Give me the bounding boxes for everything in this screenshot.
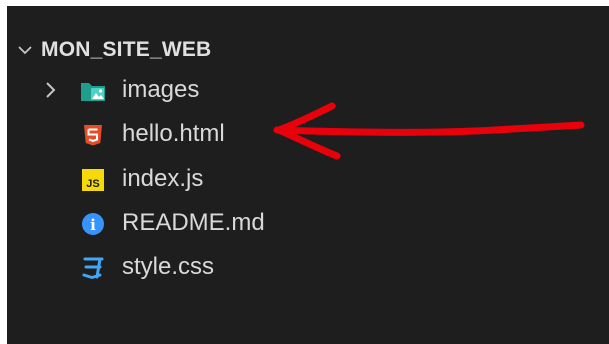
- tree-item-style-css[interactable]: style.css: [7, 246, 609, 290]
- tree-item-images-folder[interactable]: images: [7, 69, 609, 113]
- chevron-right-icon[interactable]: [43, 81, 57, 99]
- tree-item-index-js[interactable]: JS index.js: [7, 158, 609, 202]
- chevron-down-icon[interactable]: [17, 42, 33, 58]
- html5-icon: [84, 125, 102, 146]
- tree-item-label: README.md: [122, 209, 265, 236]
- js-icon-text: JS: [86, 178, 99, 190]
- tree-item-label: index.js: [122, 165, 204, 192]
- file-explorer-panel: MON_SITE_WEB images hello.html JS index.…: [7, 6, 609, 344]
- tree-item-readme-md[interactable]: i README.md: [7, 202, 609, 246]
- explorer-section-header[interactable]: MON_SITE_WEB: [7, 34, 609, 66]
- tree-item-label: images: [122, 76, 200, 103]
- tree-item-hello-html[interactable]: hello.html: [7, 113, 609, 157]
- explorer-section-title: MON_SITE_WEB: [41, 38, 212, 61]
- tree-item-label: hello.html: [122, 120, 225, 147]
- tree-item-label: style.css: [122, 253, 215, 280]
- folder-images-icon: [81, 83, 105, 101]
- css3-icon: [82, 257, 104, 279]
- info-icon-text: i: [90, 216, 96, 234]
- info-icon: i: [82, 213, 104, 235]
- js-icon: JS: [82, 169, 104, 191]
